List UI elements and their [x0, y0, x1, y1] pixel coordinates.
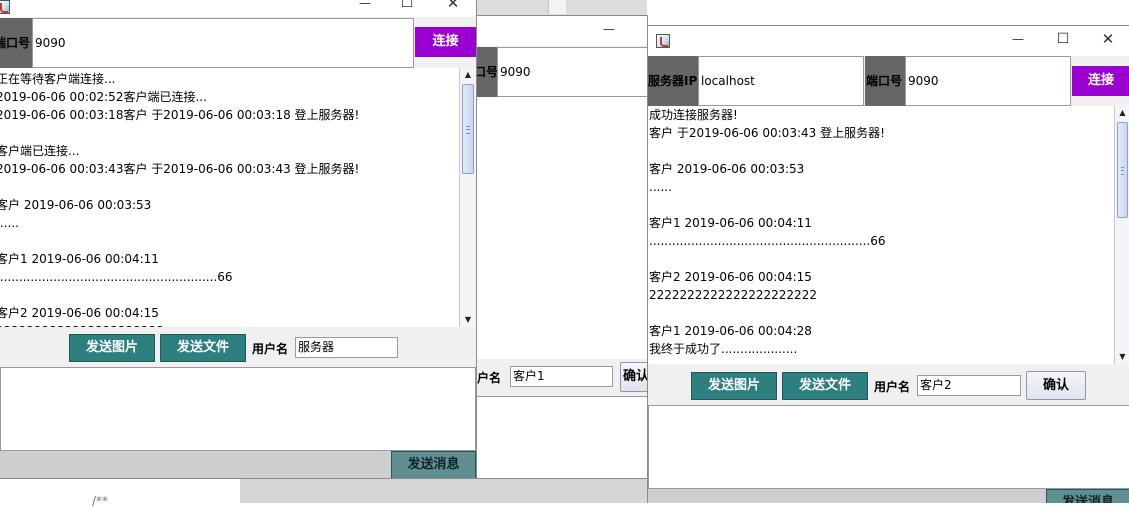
scroll-down-icon[interactable]: ▼ — [460, 313, 476, 327]
chat-line: 正在等待客户端连接... — [0, 72, 116, 86]
background-editor-comment: /** — [92, 494, 109, 508]
client2-chat-area: 成功连接服务器! 客户 于2019-06-06 00:03:43 登上服务器! 客… — [648, 106, 1114, 364]
chat-line — [649, 142, 886, 160]
chat-line: 客户2 2019-06-06 00:04:15 — [0, 306, 159, 320]
client2-send-message-button[interactable]: 发送消息 — [1046, 489, 1129, 503]
chat-line: 2222222222222222222222 — [649, 288, 817, 302]
chat-line: 客户1 2019-06-06 00:04:11 — [0, 252, 159, 266]
chat-line — [649, 250, 886, 268]
client1-window: — 端口号 9090 用户名 客户1 确认 — [476, 15, 648, 479]
server-port-label: 端口号 — [0, 18, 32, 68]
server-scroll-thumb[interactable] — [462, 84, 474, 174]
scroll-down-icon[interactable]: ▼ — [1115, 350, 1129, 364]
chat-line: 我终于成功了.................... — [649, 342, 798, 356]
scroll-up-icon[interactable]: ▲ — [460, 68, 476, 82]
chat-line: 客户 于2019-06-06 00:03:43 登上服务器! — [649, 126, 885, 140]
client2-window: — ☐ ✕ 服务器IP localhost 端口号 9090 连接 成功连接服务… — [647, 25, 1129, 503]
chat-line — [649, 196, 886, 214]
chat-line: 2019-06-06 00:02:52客户端已连接... — [0, 90, 207, 104]
server-log-area: 正在等待客户端连接... 2019-06-06 00:02:52客户端已连接...… — [0, 68, 459, 327]
chat-line: ........................................… — [0, 270, 233, 284]
client2-close-icon[interactable]: ✕ — [1088, 26, 1128, 55]
background-white-panel — [548, 0, 566, 14]
chat-line: 客户2 2019-06-06 00:04:15 — [649, 270, 812, 284]
client2-username-field[interactable]: 客户2 — [917, 375, 1021, 396]
server-send-message-button[interactable]: 发送消息 — [391, 451, 476, 478]
chat-line: 客户端已连接... — [0, 144, 80, 158]
java-app-icon — [656, 34, 670, 48]
chat-line — [0, 178, 359, 196]
chat-line: 客户1 2019-06-06 00:04:28 — [649, 324, 812, 338]
java-app-icon — [0, 0, 10, 14]
server-send-image-button[interactable]: 发送图片 — [69, 334, 155, 362]
client2-confirm-button[interactable]: 确认 — [1026, 371, 1086, 400]
chat-line — [649, 304, 886, 322]
client2-port-field[interactable]: 9090 — [905, 56, 1071, 106]
client2-server-ip-label: 服务器IP — [648, 56, 698, 106]
server-username-label: 用户名 — [252, 342, 289, 356]
chat-line — [0, 232, 359, 250]
client1-port-field[interactable]: 9090 — [497, 47, 647, 97]
chat-line: 客户 2019-06-06 00:03:53 — [649, 162, 805, 176]
server-maximize-icon[interactable]: ☐ — [387, 0, 427, 19]
client2-username-label: 用户名 — [874, 380, 911, 394]
client2-connect-button[interactable]: 连接 — [1072, 66, 1129, 96]
chat-line: ...... — [0, 216, 19, 230]
chat-line: 2222222222222222222222 — [0, 322, 359, 327]
client1-port-label: 端口号 — [476, 47, 497, 97]
chat-line: ...... — [649, 180, 672, 194]
chat-line — [0, 286, 359, 304]
server-window: — ☐ ✕ 端口号 9090 连接 正在等待客户端连接... 2019-06-06… — [0, 0, 477, 479]
background-bottom-strip — [0, 478, 240, 503]
client2-scroll-thumb[interactable] — [1117, 122, 1128, 218]
client2-port-label: 端口号 — [865, 56, 905, 106]
scroll-up-icon[interactable]: ▲ — [1115, 106, 1129, 120]
server-send-file-button[interactable]: 发送文件 — [160, 334, 246, 362]
chat-line: 客户1 2019-06-06 00:04:11 — [649, 216, 812, 230]
client1-username-label: 用户名 — [476, 371, 502, 385]
background-bottom-gray — [240, 478, 648, 503]
client2-send-file-button[interactable]: 发送文件 — [782, 372, 868, 400]
client2-maximize-icon[interactable]: ☐ — [1043, 26, 1083, 55]
client2-send-image-button[interactable]: 发送图片 — [691, 372, 777, 400]
client1-minimize-icon[interactable]: — — [589, 16, 629, 45]
client1-username-field[interactable]: 客户1 — [510, 366, 613, 387]
server-close-icon[interactable]: ✕ — [433, 0, 473, 19]
chat-line: 成功连接服务器! — [649, 108, 738, 122]
server-port-field[interactable]: 9090 — [32, 18, 414, 68]
client2-chat-scrollbar[interactable]: ▲ ▼ — [1114, 106, 1129, 364]
chat-line: 2019-06-06 00:03:43客户 于2019-06-06 00:03:… — [0, 162, 360, 176]
chat-line: 客户 2019-06-06 00:03:53 — [0, 198, 152, 212]
server-log-scrollbar[interactable]: ▲ ▼ — [459, 68, 476, 327]
client2-message-input[interactable] — [648, 405, 1129, 489]
client2-server-ip-field[interactable]: localhost — [698, 56, 864, 106]
client1-message-input[interactable] — [476, 396, 647, 478]
server-connect-button[interactable]: 连接 — [415, 27, 476, 57]
chat-line — [0, 124, 359, 142]
server-message-input[interactable] — [0, 367, 476, 451]
server-username-field[interactable]: 服务器 — [295, 337, 398, 358]
client2-minimize-icon[interactable]: — — [998, 26, 1038, 55]
chat-line: 2019-06-06 00:03:18客户 于2019-06-06 00:03:… — [0, 108, 360, 122]
server-minimize-icon[interactable]: — — [345, 0, 385, 19]
client1-confirm-button[interactable]: 确认 — [620, 362, 647, 392]
client1-chat-area — [476, 97, 647, 359]
chat-line: ........................................… — [649, 234, 886, 248]
